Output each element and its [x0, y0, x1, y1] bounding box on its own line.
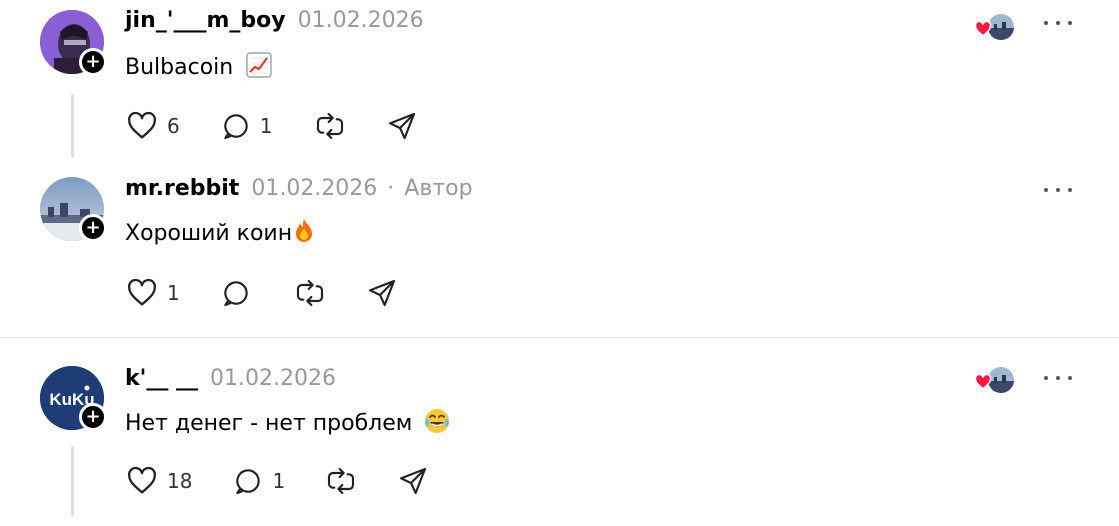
share-button[interactable]: [386, 110, 418, 142]
chart-increasing-icon: [246, 52, 272, 84]
post-actions: 1: [125, 275, 398, 311]
post-text: Хороший коин: [125, 218, 316, 250]
heart-icon: [128, 111, 156, 139]
dot: [1056, 21, 1060, 25]
heart-filled-icon: [974, 373, 992, 390]
author-tag: Автор: [404, 176, 473, 201]
send-icon: [368, 279, 395, 307]
post-text-content: Хороший коин: [125, 221, 293, 246]
dot: [1068, 21, 1072, 25]
like-count: 18: [167, 469, 193, 493]
share-button[interactable]: [366, 277, 398, 309]
post-actions: 6 1: [125, 108, 418, 144]
comment-icon: [224, 114, 248, 140]
thread-divider: [0, 337, 1119, 338]
liker-indicator[interactable]: [974, 365, 1016, 395]
thread-line: [71, 94, 74, 158]
more-options-button[interactable]: [1044, 16, 1072, 30]
repost-button[interactable]: [314, 110, 346, 142]
dot: [1044, 21, 1048, 25]
heart-icon: [128, 278, 156, 306]
send-icon: [400, 467, 427, 495]
more-options-button[interactable]: [1044, 183, 1072, 197]
reply-count: 1: [259, 114, 273, 138]
follow-plus-button[interactable]: +: [79, 403, 107, 431]
reply-button[interactable]: 1: [232, 465, 285, 497]
post-date[interactable]: 01.02.2026: [251, 176, 377, 201]
heart-icon: [128, 466, 156, 494]
reply-button[interactable]: [220, 277, 252, 309]
post-actions: 18 1: [125, 463, 429, 499]
like-button[interactable]: 6: [125, 109, 180, 143]
post-header: mr.rebbit 01.02.2026 · Автор: [125, 176, 473, 201]
post-header: k'__ __ 01.02.2026: [125, 366, 336, 391]
follow-plus-button[interactable]: +: [79, 48, 107, 76]
tears-of-joy-icon: [423, 407, 451, 441]
dot: [1056, 376, 1060, 380]
like-button[interactable]: 18: [125, 464, 192, 498]
post-text-content: Нет денег - нет проблем: [125, 411, 413, 436]
send-icon: [389, 112, 416, 140]
comment-icon: [224, 281, 248, 307]
like-button[interactable]: 1: [125, 276, 180, 310]
share-button[interactable]: [397, 465, 429, 497]
repost-button[interactable]: [294, 277, 326, 309]
post-date[interactable]: 01.02.2026: [210, 366, 336, 391]
separator: ·: [387, 176, 395, 201]
post-text: Нет денег - нет проблем: [125, 407, 451, 441]
like-count: 6: [167, 114, 180, 138]
thread-line: [71, 446, 74, 516]
post-text-content: Bulbacoin: [125, 55, 234, 80]
repost-icon: [317, 112, 344, 140]
repost-icon: [328, 467, 355, 495]
repost-icon: [296, 279, 323, 307]
dot: [1068, 376, 1072, 380]
like-count: 1: [167, 281, 180, 305]
repost-button[interactable]: [325, 465, 357, 497]
post-text: Bulbacoin: [125, 52, 272, 84]
username[interactable]: mr.rebbit: [125, 176, 239, 201]
fire-icon: [292, 218, 316, 250]
dot: [1056, 188, 1060, 192]
username[interactable]: k'__ __: [125, 366, 198, 391]
post-date[interactable]: 01.02.2026: [298, 8, 424, 33]
dot: [1044, 376, 1048, 380]
liker-indicator[interactable]: [974, 12, 1016, 42]
dot: [1068, 188, 1072, 192]
heart-filled-icon: [974, 20, 992, 37]
username[interactable]: jin_'___m_boy: [125, 8, 286, 33]
post-header: jin_'___m_boy 01.02.2026: [125, 8, 424, 33]
comment-icon: [236, 469, 261, 495]
follow-plus-button[interactable]: +: [79, 214, 107, 242]
dot: [1044, 188, 1048, 192]
more-options-button[interactable]: [1044, 371, 1072, 385]
reply-count: 1: [272, 469, 286, 493]
reply-button[interactable]: 1: [220, 110, 273, 142]
